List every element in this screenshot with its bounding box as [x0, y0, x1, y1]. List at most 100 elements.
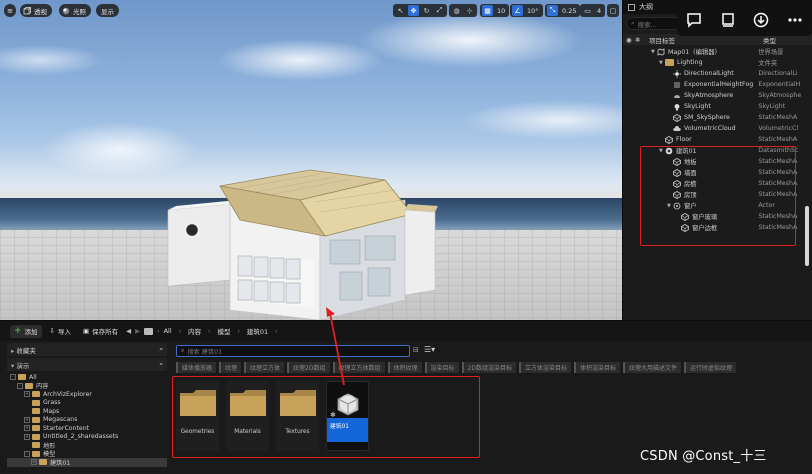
scale-snap-toggle[interactable]: ⤡ 0.25 — [545, 4, 581, 17]
import-button[interactable]: ⇩ 导入 — [46, 325, 75, 338]
expand-icon[interactable]: + — [24, 433, 30, 440]
perspective-button[interactable]: 透视 — [20, 4, 52, 17]
translate-mode-button[interactable]: ✥ — [408, 5, 419, 16]
outliner-row[interactable]: ▼ Map01（编辑器） 世界场景 — [623, 46, 805, 57]
viewport-menu-button[interactable]: ≡ — [4, 4, 16, 17]
folder-tree-item[interactable]: - 内容 — [7, 382, 167, 390]
history-forward-icon[interactable]: ▶ — [135, 327, 140, 335]
show-button[interactable]: 显示 — [96, 4, 119, 17]
expand-icon[interactable]: + — [31, 459, 37, 466]
asset-search-input[interactable]: ⌕ 搜索 建筑01 — [176, 345, 410, 357]
annotation-arrow — [326, 307, 345, 386]
download-overlay-button[interactable] — [750, 9, 772, 31]
outliner-row[interactable]: Floor StaticMeshA — [623, 134, 805, 145]
breadcrumb-item[interactable]: 建筑01 — [247, 326, 268, 336]
rotation-snap-toggle[interactable]: ∠ 10° — [510, 4, 543, 17]
folder-tree-item[interactable]: Grass — [7, 399, 167, 408]
surface-snap-icon: ⊹ — [466, 6, 473, 15]
level-viewport[interactable]: ≡ 透视 光照 显示 ↖ ✥ ↻ ⤢ ◍ ⊹ ▦ 10 ∠ 10° ⤡ 0.25… — [0, 0, 622, 320]
folder-tree-item[interactable]: - All — [7, 373, 167, 382]
filter-chip[interactable]: 渲染目标 — [424, 362, 459, 373]
breadcrumb-chevron[interactable]: › — [179, 328, 181, 335]
collapse-icon[interactable]: - — [17, 382, 23, 389]
folder-tree-item[interactable]: + Untitled_2_sharedassets — [7, 433, 167, 442]
rotate-mode-button[interactable]: ↻ — [421, 5, 432, 16]
filter-chip[interactable]: 运行时虚拟纹理 — [684, 362, 737, 373]
folder-tree-item[interactable]: + 建筑01 — [7, 458, 167, 467]
scale-snap-value[interactable]: 0.25 — [560, 7, 578, 15]
outliner-row[interactable]: DirectionalLight DirectionalLi — [623, 68, 805, 79]
collapse-icon[interactable]: - — [10, 374, 16, 381]
outliner-row[interactable]: ExponentialHeightFog ExponentialH — [623, 79, 805, 90]
clipboard-overlay-button[interactable] — [717, 9, 739, 31]
outliner-row[interactable]: SkyLight SkyLight — [623, 101, 805, 112]
select-mode-button[interactable]: ↖ — [395, 5, 406, 16]
filter-chip[interactable]: 纹理大用描述文件 — [623, 362, 682, 373]
filter-chip[interactable]: 立方体渲染目标 — [519, 362, 572, 373]
grid-snap-toggle[interactable]: ▦ 10 — [480, 4, 510, 17]
folder-tree-item[interactable]: + Megascans — [7, 416, 167, 425]
expand-icon[interactable]: + — [24, 391, 30, 398]
cursor-icon: ↖ — [397, 6, 404, 15]
outliner-col-label[interactable]: 项目标签 — [645, 35, 761, 45]
save-all-button[interactable]: ▣ 保存所有 — [79, 325, 122, 338]
outliner-row[interactable]: VolumetricCloud VolumetricCl — [623, 123, 805, 134]
breadcrumb-item[interactable]: 模型 — [217, 326, 230, 336]
folder-tree-item[interactable]: - 模型 — [7, 450, 167, 458]
outliner-row[interactable]: SM_SkySphere StaticMeshA — [623, 112, 805, 123]
expand-icon[interactable]: + — [24, 416, 30, 423]
breadcrumb-item[interactable]: 内容 — [188, 326, 201, 336]
grid-snap-value[interactable]: 10 — [495, 7, 507, 15]
asset-search-placeholder: 搜索 建筑01 — [187, 348, 223, 356]
folder-tree-item[interactable]: 地形 — [7, 441, 167, 450]
surface-snap-button[interactable]: ⊹ — [464, 5, 475, 16]
filter-chip[interactable]: 2D数组渲染目标 — [461, 362, 516, 373]
save-search-icon[interactable]: ⊟ — [413, 346, 419, 354]
project-search-icon[interactable]: ⌕ — [159, 360, 163, 369]
overlay-toolbar — [677, 4, 812, 36]
add-button[interactable]: + 添加 — [10, 324, 42, 338]
rotation-snap-value[interactable]: 10° — [525, 7, 541, 15]
folder-tree-item[interactable]: Maps — [7, 407, 167, 416]
lit-mode-button[interactable]: 光照 — [59, 4, 91, 17]
outliner-row[interactable]: SkyAtmosphere SkyAtmosphe — [623, 90, 805, 101]
favorites-header[interactable]: ▸ 收藏夹 ⌕ — [7, 343, 167, 356]
more-overlay-button[interactable] — [784, 9, 806, 31]
scale-snap-icon: ⤡ — [547, 5, 558, 16]
favorites-search-icon[interactable]: ⌕ — [159, 345, 163, 354]
filter-chip[interactable]: 纹理 — [219, 362, 242, 373]
folder-tree-item[interactable]: + StarterContent — [7, 424, 167, 433]
save-icon: ▣ — [83, 327, 90, 335]
breadcrumb-chevron[interactable]: › — [275, 328, 277, 335]
filter-chip[interactable]: 媒体播放器 — [176, 362, 217, 373]
folder-tree-item[interactable]: + ArchVizExplorer — [7, 390, 167, 399]
filter-chip[interactable]: 体积纹理 — [387, 362, 422, 373]
camera-speed-button[interactable]: ▭ 4 — [580, 4, 606, 17]
pin-icon[interactable]: ✱ — [635, 36, 645, 44]
search-icon: ⌕ — [631, 19, 635, 27]
visibility-eye-icon[interactable]: ◉ — [623, 36, 635, 44]
breadcrumb-chevron[interactable]: › — [237, 328, 239, 335]
world-space-button[interactable]: ◍ — [451, 5, 462, 16]
collapse-icon[interactable]: - — [24, 450, 30, 457]
outliner-scrollbar[interactable] — [805, 206, 809, 266]
breadcrumb-folder-icon — [144, 327, 154, 335]
folder-tree-label: Grass — [43, 399, 61, 407]
folder-tree-label: ArchVizExplorer — [43, 390, 92, 398]
comment-overlay-button[interactable] — [683, 9, 705, 31]
sun-icon — [673, 69, 681, 78]
project-header[interactable]: ▾ 演示 ⌕ — [7, 358, 167, 371]
viewport-layout-button[interactable]: ▢ — [607, 4, 619, 17]
outliner-row[interactable]: ▼ Lighting 文件夹 — [623, 57, 805, 68]
filter-chip[interactable]: 体积渲染目标 — [574, 362, 621, 373]
filter-chip[interactable]: 纹理立方体 — [244, 362, 285, 373]
expand-icon[interactable]: + — [24, 425, 30, 432]
filter-icon[interactable]: ☰▾ — [424, 345, 435, 354]
history-back-icon[interactable]: ◀ — [126, 327, 131, 335]
building-model[interactable] — [150, 150, 440, 320]
scale-mode-button[interactable]: ⤢ — [434, 5, 445, 16]
breadcrumb-item[interactable]: All — [164, 327, 172, 335]
breadcrumb-chevron[interactable]: › — [208, 328, 210, 335]
outliner-col-type[interactable]: 类型 — [761, 35, 776, 45]
